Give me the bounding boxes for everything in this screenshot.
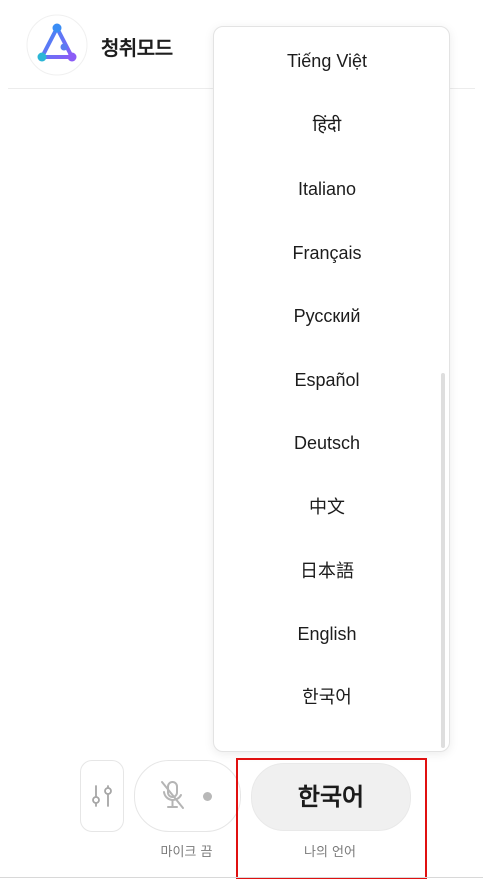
language-option-hindi[interactable]: हिंदी (214, 105, 440, 145)
language-option-german[interactable]: Deutsch (214, 423, 440, 463)
mic-off-icon (161, 781, 184, 809)
language-option-spanish[interactable]: Español (214, 360, 440, 400)
app-logo-icon[interactable] (26, 14, 88, 76)
language-option-chinese[interactable]: 中文 (214, 487, 440, 527)
mic-status-dot (203, 792, 212, 801)
language-option-japanese[interactable]: 日本語 (214, 551, 440, 591)
mic-status-label: 마이크 끔 (160, 845, 213, 860)
language-option-english[interactable]: English (214, 614, 440, 654)
bottom-divider (0, 877, 483, 878)
mic-toggle-button[interactable] (134, 760, 241, 832)
language-option-korean[interactable]: 한국어 (214, 677, 440, 717)
language-option-french[interactable]: Français (214, 233, 440, 273)
language-option-vietnamese[interactable]: Tiếng Việt (214, 41, 440, 81)
language-dropdown[interactable]: Tiếng Việt हिंदी Italiano Français Русск… (213, 26, 450, 752)
sliders-icon (92, 785, 112, 807)
dropdown-scrollbar[interactable] (441, 373, 445, 748)
language-option-russian[interactable]: Русский (214, 296, 440, 336)
highlight-box (236, 758, 427, 879)
mode-title: 청취모드 (101, 36, 173, 60)
settings-button[interactable] (80, 760, 124, 832)
language-option-italian[interactable]: Italiano (214, 169, 440, 209)
